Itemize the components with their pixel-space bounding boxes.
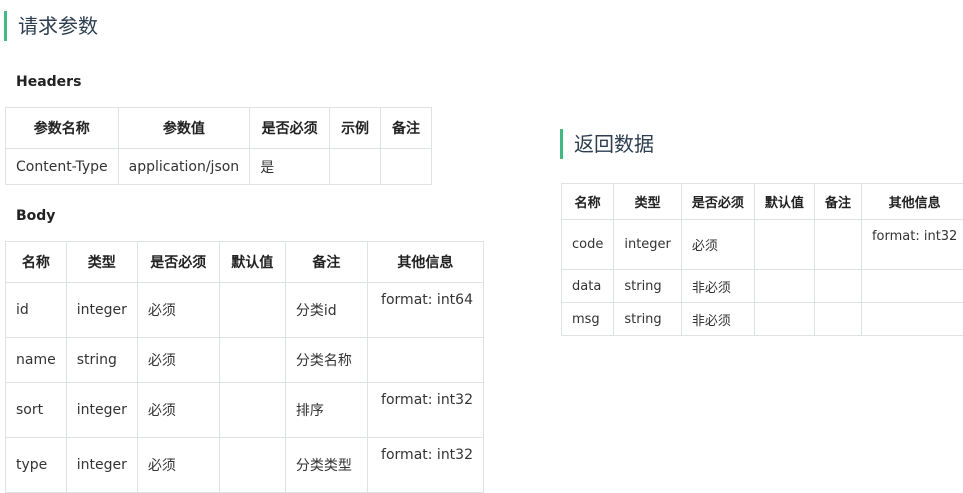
table-cell: format: int64 bbox=[367, 283, 483, 338]
table-row: name string 必须 分类名称 bbox=[6, 338, 484, 383]
table-cell: 必须 bbox=[137, 438, 219, 493]
table-cell: 必须 bbox=[137, 383, 219, 438]
table-cell bbox=[754, 303, 814, 336]
table-cell: format: int32 bbox=[367, 438, 483, 493]
column-header: 其他信息 bbox=[861, 184, 963, 220]
table-cell: msg bbox=[562, 303, 614, 336]
column-header: 类型 bbox=[66, 242, 137, 283]
table-cell: format: int32 bbox=[367, 383, 483, 438]
table-cell: format: int32 bbox=[861, 220, 963, 270]
table-cell: integer bbox=[66, 383, 137, 438]
table-row: code integer 必须 format: int32 bbox=[562, 220, 963, 270]
column-header: 备注 bbox=[814, 184, 861, 220]
table-header-row: 参数名称 参数值 是否必须 示例 备注 bbox=[6, 108, 432, 149]
table-cell: string bbox=[66, 338, 137, 383]
table-cell: data bbox=[562, 270, 614, 303]
table-cell: type bbox=[6, 438, 67, 493]
table-cell: 排序 bbox=[285, 383, 367, 438]
column-header: 类型 bbox=[614, 184, 682, 220]
table-cell bbox=[381, 149, 432, 185]
table-cell bbox=[861, 303, 963, 336]
table-cell bbox=[814, 220, 861, 270]
table-cell: id bbox=[6, 283, 67, 338]
table-row: msg string 非必须 bbox=[562, 303, 963, 336]
table-cell: integer bbox=[614, 220, 682, 270]
table-cell bbox=[814, 303, 861, 336]
table-row: Content-Type application/json 是 bbox=[6, 149, 432, 185]
table-row: data string 非必须 bbox=[562, 270, 963, 303]
table-cell: 必须 bbox=[681, 220, 754, 270]
table-cell: name bbox=[6, 338, 67, 383]
table-cell bbox=[330, 149, 381, 185]
table-cell bbox=[367, 338, 483, 383]
table-cell bbox=[219, 383, 285, 438]
column-header: 其他信息 bbox=[367, 242, 483, 283]
table-cell bbox=[754, 220, 814, 270]
table-row: sort integer 必须 排序 format: int32 bbox=[6, 383, 484, 438]
column-header: 示例 bbox=[330, 108, 381, 149]
table-cell: 非必须 bbox=[681, 270, 754, 303]
headers-table: 参数名称 参数值 是否必须 示例 备注 Content-Type applica… bbox=[5, 107, 432, 185]
table-cell: 非必须 bbox=[681, 303, 754, 336]
table-cell: 必须 bbox=[137, 338, 219, 383]
table-cell: 是 bbox=[250, 149, 330, 185]
table-cell: integer bbox=[66, 283, 137, 338]
table-cell: string bbox=[614, 303, 682, 336]
table-cell: Content-Type bbox=[6, 149, 119, 185]
column-header: 参数值 bbox=[118, 108, 250, 149]
table-cell: 分类名称 bbox=[285, 338, 367, 383]
column-header: 默认值 bbox=[219, 242, 285, 283]
column-header: 备注 bbox=[381, 108, 432, 149]
table-cell bbox=[861, 270, 963, 303]
column-header: 是否必须 bbox=[681, 184, 754, 220]
table-cell: integer bbox=[66, 438, 137, 493]
column-header: 是否必须 bbox=[250, 108, 330, 149]
table-cell bbox=[814, 270, 861, 303]
table-cell: 分类id bbox=[285, 283, 367, 338]
request-params-title: 请求参数 bbox=[4, 11, 98, 41]
column-header: 参数名称 bbox=[6, 108, 119, 149]
table-header-row: 名称 类型 是否必须 默认值 备注 其他信息 bbox=[6, 242, 484, 283]
table-header-row: 名称 类型 是否必须 默认值 备注 其他信息 bbox=[562, 184, 963, 220]
table-row: id integer 必须 分类id format: int64 bbox=[6, 283, 484, 338]
response-data-title: 返回数据 bbox=[560, 129, 654, 159]
table-cell bbox=[219, 283, 285, 338]
column-header: 备注 bbox=[285, 242, 367, 283]
table-cell: code bbox=[562, 220, 614, 270]
column-header: 名称 bbox=[6, 242, 67, 283]
column-header: 名称 bbox=[562, 184, 614, 220]
table-cell: 必须 bbox=[137, 283, 219, 338]
headers-label: Headers bbox=[16, 74, 81, 90]
column-header: 是否必须 bbox=[137, 242, 219, 283]
table-cell bbox=[219, 338, 285, 383]
table-cell: sort bbox=[6, 383, 67, 438]
column-header: 默认值 bbox=[754, 184, 814, 220]
table-row: type integer 必须 分类类型 format: int32 bbox=[6, 438, 484, 493]
table-cell: 分类类型 bbox=[285, 438, 367, 493]
body-table: 名称 类型 是否必须 默认值 备注 其他信息 id integer 必须 分类i… bbox=[5, 241, 484, 493]
table-cell bbox=[219, 438, 285, 493]
table-cell bbox=[754, 270, 814, 303]
table-cell: string bbox=[614, 270, 682, 303]
body-label: Body bbox=[16, 208, 55, 224]
table-cell: application/json bbox=[118, 149, 250, 185]
response-table: 名称 类型 是否必须 默认值 备注 其他信息 code integer 必须 f… bbox=[561, 183, 963, 336]
